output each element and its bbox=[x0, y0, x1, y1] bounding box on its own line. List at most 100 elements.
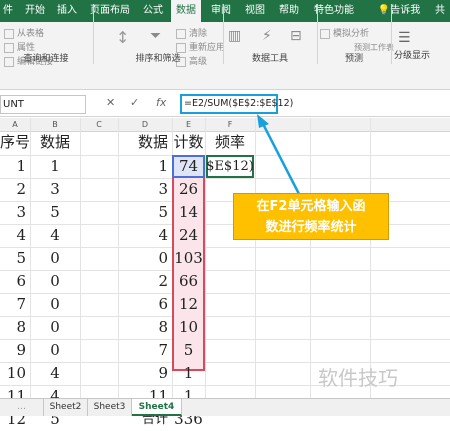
cell-index[interactable]: 10 bbox=[0, 362, 30, 385]
cell-data-d[interactable]: 3 bbox=[118, 178, 172, 201]
column-header-f[interactable]: F bbox=[205, 118, 255, 132]
from-table-button[interactable]: 从表格 bbox=[4, 26, 44, 39]
tab-data[interactable]: 数据 bbox=[171, 0, 201, 22]
cell-count[interactable]: 103 bbox=[172, 247, 205, 270]
column-header-d[interactable]: D bbox=[118, 118, 172, 132]
cell-count[interactable]: 26 bbox=[172, 178, 205, 201]
header-index[interactable]: 序号 bbox=[0, 131, 30, 154]
tab-file[interactable]: 件 bbox=[0, 0, 16, 22]
what-if-icon bbox=[320, 28, 330, 39]
from-table-label: 从表格 bbox=[17, 29, 45, 39]
cell-data-d[interactable]: 2 bbox=[118, 270, 172, 293]
watermark-text: 软件技巧 bbox=[318, 366, 398, 390]
cell-count[interactable]: 12 bbox=[172, 293, 205, 316]
lightbulb-icon: 💡 bbox=[377, 5, 391, 16]
remove-duplicates-icon[interactable]: ⊟ bbox=[290, 28, 302, 44]
cancel-icon[interactable]: ✕ bbox=[106, 96, 115, 109]
cell-data-d[interactable]: 4 bbox=[118, 224, 172, 247]
callout-box: 在F2单元格输入函 数进行频率统计 bbox=[233, 193, 389, 240]
funnel-icon: ⏷ bbox=[150, 28, 162, 44]
grid-line bbox=[80, 118, 81, 398]
cell-data-b[interactable]: 3 bbox=[30, 178, 80, 201]
cell-count[interactable]: 14 bbox=[172, 201, 205, 224]
clear-label: 清除 bbox=[189, 29, 208, 39]
header-data-b[interactable]: 数据 bbox=[30, 131, 80, 154]
cell-data-d[interactable]: 0 bbox=[118, 247, 172, 270]
flash-fill-icon[interactable]: ⚡ bbox=[262, 28, 272, 44]
header-data-d[interactable]: 数据 bbox=[118, 131, 172, 154]
column-header-c[interactable]: C bbox=[80, 118, 118, 132]
text-to-columns-icon[interactable]: ▥ bbox=[228, 28, 241, 44]
cell-data-b[interactable]: 5 bbox=[30, 201, 80, 224]
header-frequency[interactable]: 频率 bbox=[205, 131, 255, 154]
cell-data-b[interactable]: 0 bbox=[30, 293, 80, 316]
cell-f2-value[interactable]: $E$12) bbox=[205, 155, 255, 178]
cell-count[interactable]: 5 bbox=[172, 339, 205, 362]
callout-arrow bbox=[257, 114, 301, 195]
outline-button[interactable]: 分级显示 bbox=[394, 48, 430, 61]
sheet-tab-sheet4[interactable]: Sheet4 bbox=[132, 399, 182, 416]
cell-count[interactable]: 74 bbox=[172, 155, 205, 178]
header-count[interactable]: 计数 bbox=[172, 131, 205, 154]
cell-index[interactable]: 7 bbox=[0, 293, 30, 316]
cell-index[interactable]: 3 bbox=[0, 201, 30, 224]
callout-line-2: 数进行频率统计 bbox=[265, 220, 357, 235]
tab-review[interactable]: 审阅 bbox=[206, 0, 236, 22]
cell-data-b[interactable]: 0 bbox=[30, 270, 80, 293]
formula-input[interactable]: =E2/SUM($E$2:$E$12) bbox=[180, 94, 293, 114]
group-data-tools: 数据工具 bbox=[251, 54, 288, 64]
column-header-a[interactable]: A bbox=[0, 118, 30, 132]
cell-data-d[interactable]: 9 bbox=[118, 362, 172, 385]
column-header-e[interactable]: E bbox=[172, 118, 205, 132]
cell-index[interactable]: 6 bbox=[0, 270, 30, 293]
tab-formulas[interactable]: 公式 bbox=[138, 0, 168, 22]
cell-data-d[interactable]: 5 bbox=[118, 201, 172, 224]
cell-count[interactable]: 66 bbox=[172, 270, 205, 293]
cell-data-d[interactable]: 8 bbox=[118, 316, 172, 339]
name-box[interactable]: UNT bbox=[0, 95, 86, 114]
cell-data-b[interactable]: 0 bbox=[30, 247, 80, 270]
cell-index[interactable]: 1 bbox=[0, 155, 30, 178]
clear-filter-button[interactable]: 清除 bbox=[176, 26, 207, 39]
group-forecast: 预测 bbox=[344, 54, 363, 64]
cell-data-b[interactable]: 4 bbox=[30, 224, 80, 247]
tab-help[interactable]: 帮助 bbox=[274, 0, 304, 22]
what-if-label: 模拟分析 bbox=[333, 29, 370, 39]
cell-data-b[interactable]: 4 bbox=[30, 362, 80, 385]
sheet-tab-sheet3[interactable]: Sheet3 bbox=[88, 399, 132, 416]
tab-home[interactable]: 开始 bbox=[20, 0, 50, 22]
filter-button[interactable]: ⏷ bbox=[150, 28, 161, 44]
group-sort-filter: 排序和筛选 bbox=[135, 54, 181, 64]
share-button[interactable]: 共 bbox=[430, 0, 450, 22]
cell-index[interactable]: 8 bbox=[0, 316, 30, 339]
cell-data-b[interactable]: 0 bbox=[30, 339, 80, 362]
cell-data-d[interactable]: 6 bbox=[118, 293, 172, 316]
tab-special-features[interactable]: 特色功能 bbox=[308, 0, 360, 22]
column-header-b[interactable]: B bbox=[30, 118, 80, 132]
ribbon-tab-bar: 件 开始 插入 页面布局 公式 数据 审阅 视图 帮助 特色功能 💡告诉我 共 bbox=[0, 0, 450, 22]
tell-me-label: 告诉我 bbox=[390, 5, 421, 16]
cell-data-d[interactable]: 7 bbox=[118, 339, 172, 362]
grid-line bbox=[370, 118, 371, 398]
cell-count[interactable]: 10 bbox=[172, 316, 205, 339]
cell-count[interactable]: 24 bbox=[172, 224, 205, 247]
sort-az-icon[interactable]: ↕ bbox=[116, 28, 129, 47]
tell-me-box[interactable]: 💡告诉我 bbox=[374, 0, 424, 22]
sheet-nav-ellipsis[interactable]: … bbox=[0, 399, 44, 416]
cell-index[interactable]: 9 bbox=[0, 339, 30, 362]
enter-icon[interactable]: ✓ bbox=[130, 96, 139, 109]
sheet-tab-sheet2[interactable]: Sheet2 bbox=[44, 399, 88, 416]
tab-view[interactable]: 视图 bbox=[240, 0, 270, 22]
cell-index[interactable]: 4 bbox=[0, 224, 30, 247]
cell-data-b[interactable]: 0 bbox=[30, 316, 80, 339]
tab-insert[interactable]: 插入 bbox=[52, 0, 82, 22]
cell-count[interactable]: 1 bbox=[172, 362, 205, 385]
cell-index[interactable]: 5 bbox=[0, 247, 30, 270]
cell-data-d[interactable]: 1 bbox=[118, 155, 172, 178]
cell-index[interactable]: 2 bbox=[0, 178, 30, 201]
what-if-analysis-button[interactable]: 模拟分析 bbox=[320, 26, 369, 39]
cell-data-b[interactable]: 1 bbox=[30, 155, 80, 178]
callout-line-1: 在F2单元格输入函 bbox=[256, 199, 366, 214]
outline-icon: ☰ bbox=[398, 30, 411, 46]
insert-function-icon[interactable]: fx bbox=[156, 96, 166, 109]
